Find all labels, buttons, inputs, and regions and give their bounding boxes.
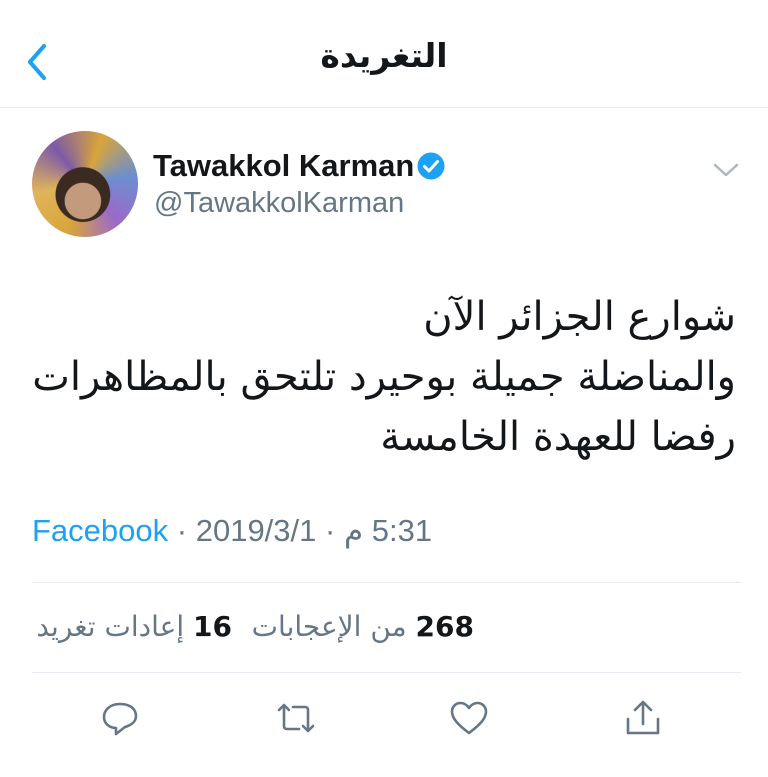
heart-icon	[450, 701, 488, 735]
tweet-time: 5:31 م	[343, 513, 433, 548]
header-divider	[0, 107, 768, 108]
page-title: التغريدة	[320, 36, 448, 75]
stats-top-divider	[32, 582, 742, 583]
verified-badge-icon	[417, 152, 445, 180]
meta-separator: ·	[176, 513, 188, 548]
chevron-down-icon[interactable]	[712, 160, 740, 180]
source-link[interactable]: Facebook	[32, 513, 168, 548]
retweets-count: 16	[193, 610, 232, 643]
stats-bottom-divider	[32, 672, 742, 673]
retweets-label: إعادات تغريد	[36, 610, 185, 643]
reply-button[interactable]	[99, 697, 141, 739]
tweet-text-line: شوارع الجزائر الآن	[423, 294, 736, 340]
reply-icon	[102, 702, 138, 736]
share-button[interactable]	[622, 697, 664, 739]
tweet-text-line: رفضا للعهدة الخامسة	[380, 414, 736, 460]
retweet-icon	[277, 703, 315, 733]
likes-stat[interactable]: 268 من الإعجابات	[252, 610, 474, 643]
tweet-date: 2019/3/1	[195, 513, 317, 548]
likes-count: 268	[415, 610, 474, 643]
top-bar: التغريدة	[0, 0, 768, 107]
author-handle[interactable]: @TawakkolKarman	[154, 187, 404, 220]
tweet-metadata: Facebook · 2019/3/1 · 5:31 م	[32, 513, 432, 549]
meta-separator: ·	[325, 513, 336, 548]
avatar[interactable]	[32, 131, 138, 237]
retweets-stat[interactable]: 16 إعادات تغريد	[36, 610, 232, 643]
share-icon	[626, 700, 660, 735]
like-button[interactable]	[448, 697, 490, 739]
retweet-button[interactable]	[275, 697, 317, 739]
tweet-text: شوارع الجزائر الآن والمناضلة جميلة بوحير…	[32, 287, 736, 467]
tweet-text-line: والمناضلة جميلة بوحيرد تلتحق بالمظاهرات	[32, 354, 736, 400]
author-name[interactable]: Tawakkol Karman	[153, 148, 414, 184]
likes-label: من الإعجابات	[251, 610, 407, 643]
